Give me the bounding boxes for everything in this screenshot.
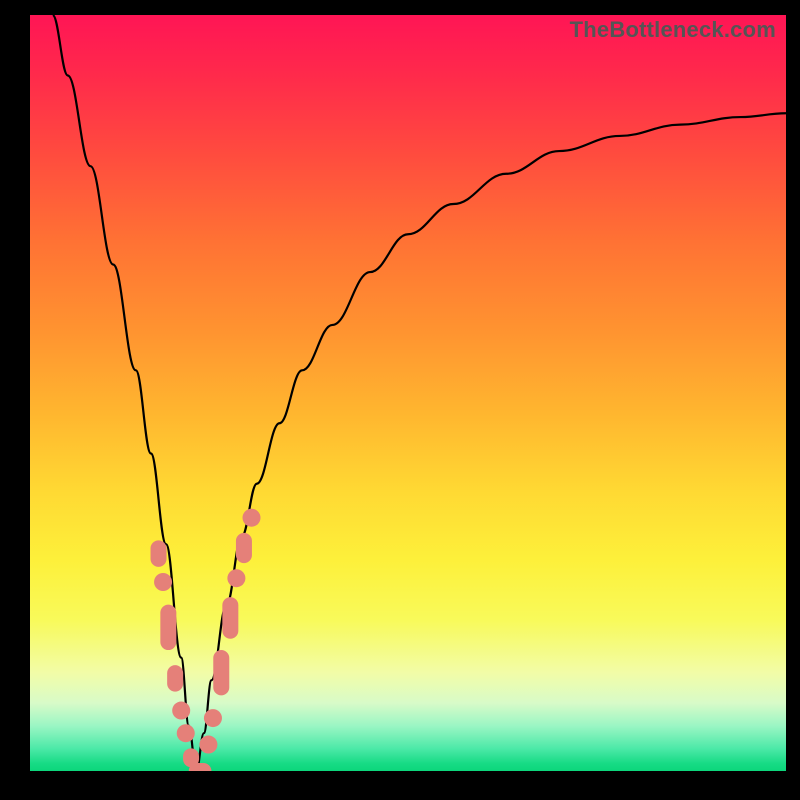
marker-round: [243, 509, 261, 527]
marker-capsule: [151, 540, 167, 566]
marker-round: [172, 702, 190, 720]
marker-round: [199, 736, 217, 754]
marker-capsule: [213, 650, 229, 695]
chart-svg: [30, 15, 786, 771]
marker-round: [177, 724, 195, 742]
marker-capsule: [236, 533, 252, 563]
bottleneck-curve: [53, 15, 786, 771]
chart-frame: TheBottleneck.com: [0, 0, 800, 800]
marker-capsule: [160, 605, 176, 650]
plot-area: TheBottleneck.com: [30, 15, 786, 771]
marker-round: [204, 709, 222, 727]
marker-round: [154, 573, 172, 591]
marker-capsule: [167, 665, 183, 691]
marker-round: [227, 569, 245, 587]
marker-capsule: [222, 597, 238, 639]
